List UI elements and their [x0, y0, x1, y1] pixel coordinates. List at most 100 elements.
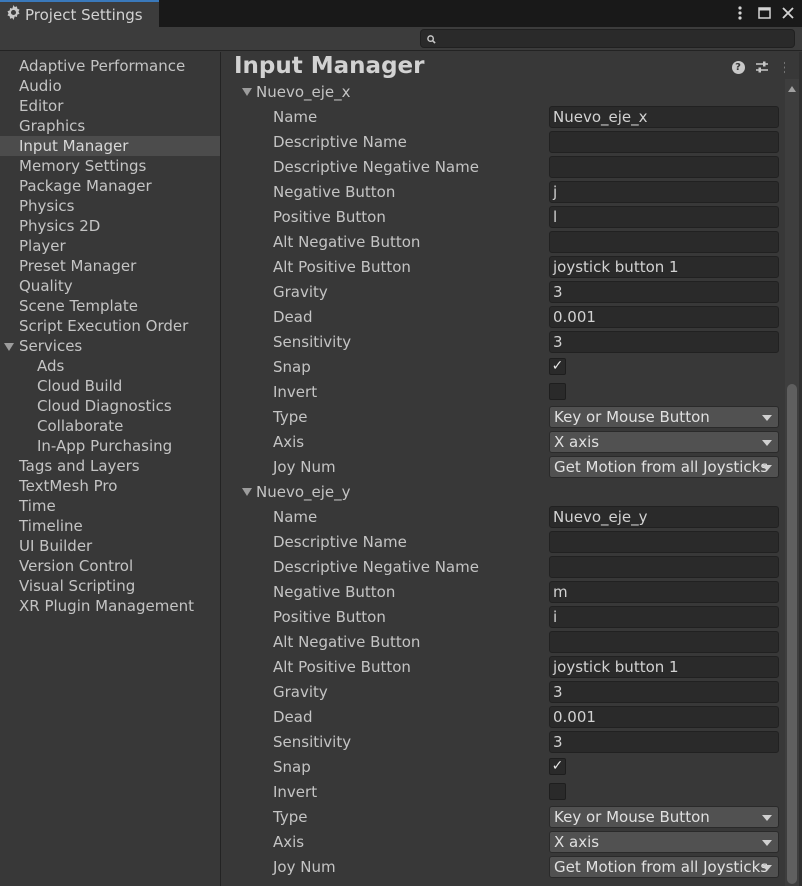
dead-input[interactable]: 0.001 — [549, 706, 779, 728]
help-icon[interactable]: ? — [731, 60, 745, 74]
descriptive-negative-name-input[interactable] — [549, 556, 779, 578]
snap-checkbox[interactable]: ✓ — [549, 358, 566, 375]
field-label: Gravity — [273, 283, 328, 301]
sidebar-item-quality[interactable]: Quality — [0, 276, 220, 296]
alt-negative-button-input[interactable] — [549, 231, 779, 253]
scrollbar-thumb[interactable] — [787, 384, 797, 884]
sidebar-item-tags-and-layers[interactable]: Tags and Layers — [0, 456, 220, 476]
sensitivity-input[interactable]: 3 — [549, 731, 779, 753]
sidebar-item-audio[interactable]: Audio — [0, 76, 220, 96]
sidebar-item-in-app-purchasing[interactable]: In-App Purchasing — [0, 436, 220, 456]
descriptive-negative-name-input[interactable] — [549, 156, 779, 178]
axis-dropdown[interactable]: X axis — [549, 831, 779, 853]
sidebar-item-ads[interactable]: Ads — [0, 356, 220, 376]
sidebar-item-player[interactable]: Player — [0, 236, 220, 256]
positive-button-input[interactable]: i — [549, 606, 779, 628]
search-input[interactable] — [440, 31, 780, 46]
positive-button-input[interactable]: l — [549, 206, 779, 228]
sidebar-item-services[interactable]: Services — [0, 336, 220, 356]
sidebar-item-version-control[interactable]: Version Control — [0, 556, 220, 576]
descriptive-name-input[interactable] — [549, 131, 779, 153]
expand-arrow-icon[interactable] — [4, 343, 14, 351]
sidebar-item-collaborate[interactable]: Collaborate — [0, 416, 220, 436]
scroll-up-icon[interactable] — [788, 86, 796, 92]
field-row-invert: Invert — [273, 381, 779, 403]
type-dropdown[interactable]: Key or Mouse Button — [549, 806, 779, 828]
alt-negative-button-input[interactable] — [549, 631, 779, 653]
sidebar-item-label: Editor — [19, 97, 64, 115]
sidebar-item-script-execution-order[interactable]: Script Execution Order — [0, 316, 220, 336]
sidebar-item-label: Player — [19, 237, 66, 255]
alt-positive-button-input[interactable]: joystick button 1 — [549, 656, 779, 678]
sidebar-item-scene-template[interactable]: Scene Template — [0, 296, 220, 316]
field-label: Type — [273, 808, 308, 826]
type-dropdown[interactable]: Key or Mouse Button — [549, 406, 779, 428]
axis-foldout-1[interactable]: Nuevo_eje_y — [242, 482, 351, 502]
sidebar-item-ui-builder[interactable]: UI Builder — [0, 536, 220, 556]
sensitivity-input[interactable]: 3 — [549, 331, 779, 353]
axis-foldout-0[interactable]: Nuevo_eje_x — [242, 82, 351, 102]
joy-num-dropdown[interactable]: Get Motion from all Joysticks — [549, 856, 779, 878]
field-label: Name — [273, 508, 318, 526]
dead-input[interactable]: 0.001 — [549, 306, 779, 328]
close-icon[interactable] — [780, 3, 796, 23]
dropdown-value: X axis — [554, 833, 600, 851]
negative-button-input[interactable]: j — [549, 181, 779, 203]
input-manager-panel: Input Manager ? Nuevo_eje_x Name Nuevo_eje… — [222, 52, 785, 886]
foldout-arrow-icon[interactable] — [242, 488, 252, 496]
sidebar-item-package-manager[interactable]: Package Manager — [0, 176, 220, 196]
foldout-arrow-icon[interactable] — [242, 88, 252, 96]
sidebar-item-label: Ads — [37, 357, 65, 375]
sidebar-item-graphics[interactable]: Graphics — [0, 116, 220, 136]
field-row-alt-negative-button: Alt Negative Button — [273, 631, 779, 653]
joy-num-dropdown[interactable]: Get Motion from all Joysticks — [549, 456, 779, 478]
field-row-negative-button: Negative Button j — [273, 181, 779, 203]
field-label: Axis — [273, 833, 305, 851]
name-input[interactable]: Nuevo_eje_x — [549, 106, 779, 128]
vertical-scrollbar[interactable] — [785, 79, 799, 886]
field-row-alt-positive-button: Alt Positive Button joystick button 1 — [273, 656, 779, 678]
sidebar-item-timeline[interactable]: Timeline — [0, 516, 220, 536]
kebab-menu-icon[interactable] — [732, 3, 748, 23]
sidebar-item-cloud-build[interactable]: Cloud Build — [0, 376, 220, 396]
gravity-input[interactable]: 3 — [549, 681, 779, 703]
axis-dropdown[interactable]: X axis — [549, 431, 779, 453]
name-input[interactable]: Nuevo_eje_y — [549, 506, 779, 528]
invert-checkbox[interactable] — [549, 383, 566, 400]
field-label: Descriptive Negative Name — [273, 558, 479, 576]
snap-checkbox[interactable]: ✓ — [549, 758, 566, 775]
search-field[interactable] — [420, 29, 795, 48]
sidebar-item-visual-scripting[interactable]: Visual Scripting — [0, 576, 220, 596]
field-row-invert: Invert — [273, 781, 779, 803]
sidebar-item-input-manager[interactable]: Input Manager — [0, 136, 220, 156]
sidebar-item-xr-plugin-management[interactable]: XR Plugin Management — [0, 596, 220, 616]
sidebar-item-preset-manager[interactable]: Preset Manager — [0, 256, 220, 276]
sidebar-item-label: Cloud Build — [37, 377, 123, 395]
sidebar-item-textmesh-pro[interactable]: TextMesh Pro — [0, 476, 220, 496]
descriptive-name-input[interactable] — [549, 531, 779, 553]
kebab-menu-icon[interactable] — [779, 60, 785, 74]
sidebar-item-label: Scene Template — [19, 297, 138, 315]
sidebar-item-cloud-diagnostics[interactable]: Cloud Diagnostics — [0, 396, 220, 416]
gravity-input[interactable]: 3 — [549, 281, 779, 303]
field-row-snap: Snap ✓ — [273, 356, 779, 378]
invert-checkbox[interactable] — [549, 783, 566, 800]
sidebar-item-label: Quality — [19, 277, 73, 295]
maximize-icon[interactable] — [756, 3, 772, 23]
chevron-down-icon — [762, 415, 772, 421]
toolbar — [0, 27, 802, 51]
tab-project-settings[interactable]: Project Settings — [0, 0, 159, 27]
preset-sliders-icon[interactable] — [755, 60, 769, 74]
sidebar-item-label: In-App Purchasing — [37, 437, 173, 455]
sidebar-item-physics[interactable]: Physics — [0, 196, 220, 216]
alt-positive-button-input[interactable]: joystick button 1 — [549, 256, 779, 278]
sidebar-item-label: Time — [19, 497, 56, 515]
sidebar-item-memory-settings[interactable]: Memory Settings — [0, 156, 220, 176]
sidebar-item-editor[interactable]: Editor — [0, 96, 220, 116]
sidebar-item-time[interactable]: Time — [0, 496, 220, 516]
sidebar-item-adaptive-performance[interactable]: Adaptive Performance — [0, 56, 220, 76]
negative-button-input[interactable]: m — [549, 581, 779, 603]
chevron-down-icon — [762, 865, 772, 871]
field-label: Positive Button — [273, 208, 386, 226]
sidebar-item-physics-2d[interactable]: Physics 2D — [0, 216, 220, 236]
